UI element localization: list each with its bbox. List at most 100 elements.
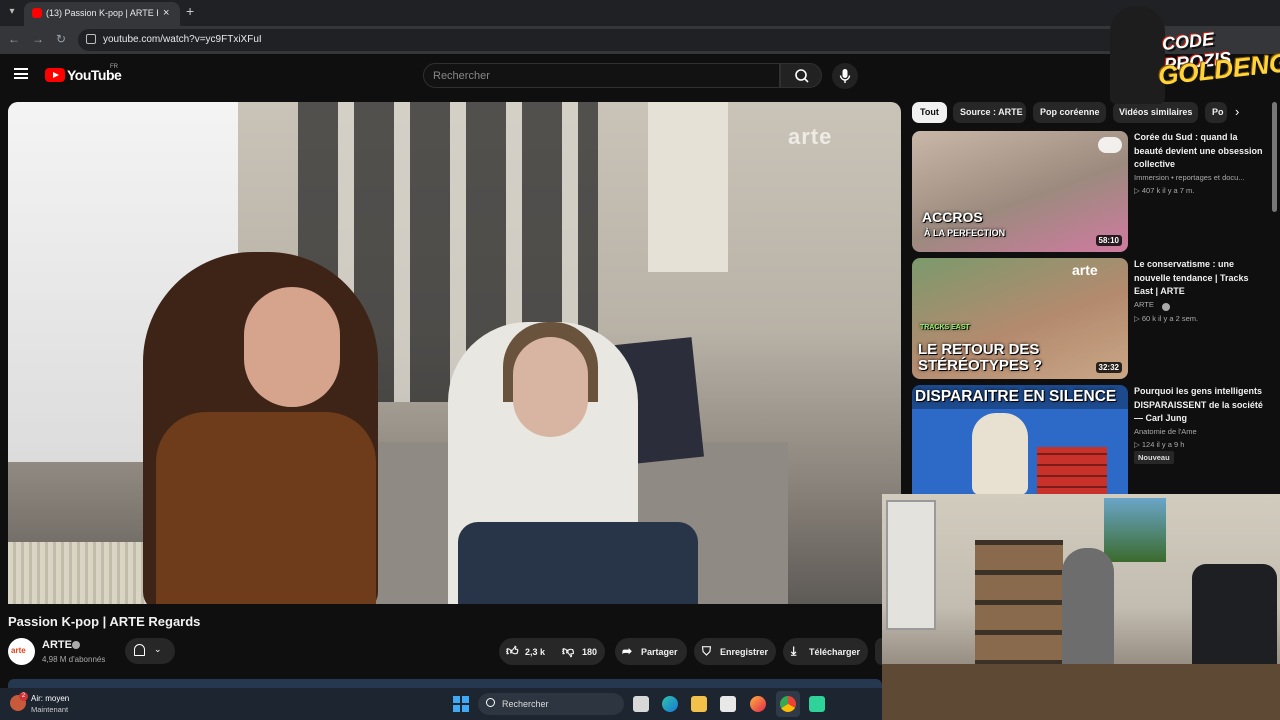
thumbnail-text: ACCROS xyxy=(922,209,983,225)
video-title: Passion K-pop | ARTE Regards xyxy=(8,614,201,629)
share-label: Partager xyxy=(641,647,678,657)
webcam-desk xyxy=(882,664,1280,720)
video-frame-jeans-right xyxy=(458,522,698,604)
chip-kpop[interactable]: Pop coréenne xyxy=(1033,102,1106,123)
more-actions-button[interactable] xyxy=(875,638,882,665)
recommendation-channel[interactable]: ARTE xyxy=(1134,300,1154,309)
search-placeholder: Rechercher xyxy=(433,70,490,82)
taskbar-search[interactable]: Rechercher xyxy=(478,693,624,715)
tab-list-icon[interactable]: ▾ xyxy=(4,4,20,20)
bell-icon xyxy=(134,644,145,656)
chip-source-arte[interactable]: Source : ARTE xyxy=(953,102,1026,123)
browser-tab-active[interactable]: (13) Passion K-pop | ARTE Regards × xyxy=(24,2,180,26)
weather-subtitle: Maintenant xyxy=(31,705,69,714)
search-input[interactable]: Rechercher xyxy=(423,63,780,88)
firefox-icon[interactable] xyxy=(750,696,766,712)
video-duration: 32:32 xyxy=(1095,362,1122,373)
url-text: youtube.com/watch?v=yc9FTxiXFuI xyxy=(103,34,262,45)
thumbnail-text: À LA PERFECTION xyxy=(924,228,1006,238)
stream-logo-overlay: CODE PROZIS GOLDENG xyxy=(1108,2,1280,106)
bookmark-icon: ⛉ xyxy=(702,644,712,658)
video-thumbnail[interactable]: ACCROS À LA PERFECTION 58:10 xyxy=(912,131,1128,252)
video-frame-poster xyxy=(648,102,728,272)
recommendation-title[interactable]: Pourquoi les gens intelligents DISPARAIS… xyxy=(1134,385,1266,426)
video-player[interactable]: arte xyxy=(8,102,901,604)
channel-avatar-text: arte xyxy=(11,646,26,655)
arte-logo: arte xyxy=(1072,262,1098,278)
country-code: FR xyxy=(110,64,118,70)
brick-wall xyxy=(1037,447,1107,495)
microphone-icon xyxy=(839,69,851,83)
windows-start-icon[interactable] xyxy=(453,696,469,712)
video-frame-shirt-left xyxy=(156,412,376,604)
taskbar-search-text: Rechercher xyxy=(502,699,549,709)
thumbs-up-icon[interactable]: 👍︎ xyxy=(506,644,519,659)
youtube-masthead: YouTube FR Rechercher xyxy=(0,54,1280,98)
recommendation-channel[interactable]: Immersion • reportages et docu... xyxy=(1134,173,1245,182)
arte-watermark: arte xyxy=(788,124,833,149)
subscriber-count: 4,98 M d'abonnés xyxy=(42,655,106,664)
download-button[interactable]: ⤓ Télécharger xyxy=(783,638,868,665)
search-button[interactable] xyxy=(780,63,822,88)
video-thumbnail[interactable]: TRACKS EAST arte LE RETOUR DES STÉRÉOTYP… xyxy=(912,258,1128,379)
chevron-down-icon: ⌄ xyxy=(154,644,162,654)
recommendation-item[interactable]: DISPARAITRE EN SILENCE Pourquoi les gens… xyxy=(912,385,1272,495)
tab-title: (13) Passion K-pop | ARTE Regards xyxy=(46,8,158,18)
forward-icon[interactable]: → xyxy=(32,32,44,46)
chip-label: Source : ARTE xyxy=(960,107,1023,117)
webcam-window xyxy=(886,500,936,630)
task-view-icon[interactable] xyxy=(633,696,649,712)
reload-icon[interactable]: ↻ xyxy=(56,32,66,46)
youtube-logo-icon[interactable] xyxy=(45,68,65,82)
recommendation-item[interactable]: ACCROS À LA PERFECTION 58:10 Corée du Su… xyxy=(912,131,1272,252)
chevron-right-icon[interactable]: › xyxy=(1235,104,1239,119)
recommendation-title[interactable]: Le conservatisme : une nouvelle tendance… xyxy=(1134,258,1266,299)
webcam-overlay xyxy=(882,494,1280,720)
like-count[interactable]: 2,3 k xyxy=(525,647,545,657)
address-bar[interactable]: youtube.com/watch?v=yc9FTxiXFuI xyxy=(78,29,1138,51)
recommendation-meta: ▷ 124 il y a 9 h xyxy=(1134,440,1185,449)
thumbnail-text: STÉRÉOTYPES ? xyxy=(918,357,1043,374)
download-icon: ⤓ xyxy=(791,644,797,658)
recommendation-channel[interactable]: Anatomie de l'Ame xyxy=(1134,427,1197,436)
notification-bell-button[interactable]: ⌄ xyxy=(125,638,175,664)
chrome-icon[interactable] xyxy=(780,696,796,712)
share-button[interactable]: ➦ Partager xyxy=(615,638,687,665)
channel-name[interactable]: ARTE xyxy=(42,639,72,651)
voice-search-button[interactable] xyxy=(832,63,858,89)
verified-icon xyxy=(1162,303,1170,311)
channel-avatar[interactable]: arte xyxy=(8,638,35,665)
recommendation-title[interactable]: Corée du Sud : quand la beauté devient u… xyxy=(1134,131,1266,172)
tab-close-icon[interactable]: × xyxy=(163,7,169,19)
save-label: Enregistrer xyxy=(720,647,769,657)
chip-label: Pop coréenne xyxy=(1040,107,1100,117)
thumbnail-text: LE RETOUR DES xyxy=(918,341,1040,358)
toggle-icon xyxy=(1098,137,1122,153)
save-button[interactable]: ⛉ Enregistrer xyxy=(694,638,776,665)
thumbs-down-icon[interactable]: 👎︎ xyxy=(562,644,574,659)
chip-all[interactable]: Tout xyxy=(912,102,947,123)
site-info-icon[interactable] xyxy=(86,34,96,44)
video-frame-radiator xyxy=(8,542,158,604)
menu-icon[interactable] xyxy=(14,68,28,79)
dislike-count[interactable]: 180 xyxy=(582,647,597,657)
edge-icon[interactable] xyxy=(662,696,678,712)
new-badge: Nouveau xyxy=(1134,451,1174,464)
recommendation-item[interactable]: TRACKS EAST arte LE RETOUR DES STÉRÉOTYP… xyxy=(912,258,1272,379)
warrior-mascot xyxy=(1110,6,1165,104)
weather-badge: 2 xyxy=(19,692,28,701)
video-frame-face-right xyxy=(513,337,588,437)
app-icon[interactable] xyxy=(809,696,825,712)
page-scrollbar[interactable] xyxy=(1272,102,1277,212)
thumbnail-text: DISPARAITRE EN SILENCE xyxy=(915,388,1117,405)
chip-label: Po xyxy=(1212,107,1224,117)
browser-toolbar: ← → ↻ youtube.com/watch?v=yc9FTxiXFuI xyxy=(0,26,1280,54)
back-icon[interactable]: ← xyxy=(8,32,20,46)
video-thumbnail[interactable]: DISPARAITRE EN SILENCE xyxy=(912,385,1128,495)
file-explorer-icon[interactable] xyxy=(691,696,707,712)
store-icon[interactable] xyxy=(720,696,736,712)
weather-title[interactable]: Air: moyen xyxy=(31,694,69,703)
new-tab-button[interactable]: + xyxy=(186,3,194,19)
recommendation-meta: ▷ 407 k il y a 7 m. xyxy=(1134,186,1195,195)
windows-taskbar: 2 Air: moyen Maintenant Rechercher xyxy=(0,688,882,720)
